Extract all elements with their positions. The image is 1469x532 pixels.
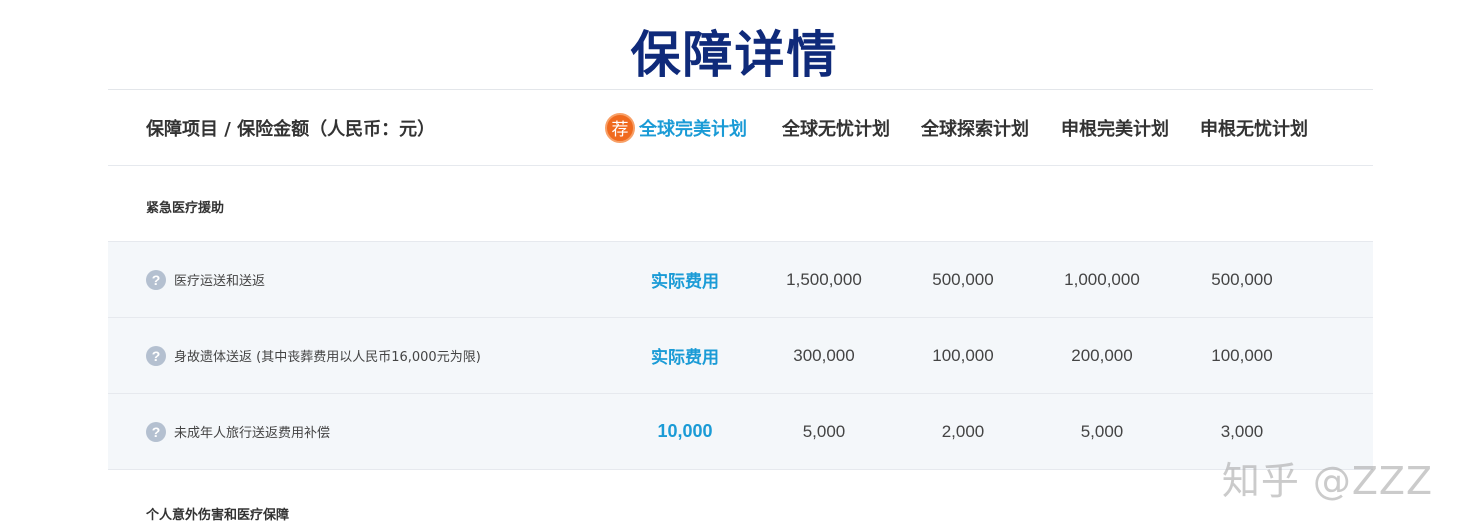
item-label-cell: ? 身故遗体送返 (其中丧葬费用以人民币16,000元为限)	[146, 318, 481, 393]
plan-header-label: 全球完美计划	[639, 118, 747, 140]
plan-header-global-perfect[interactable]: 荐 全球完美计划	[586, 90, 766, 165]
section-row-accident-medical: 个人意外伤害和医疗保障	[108, 470, 1373, 532]
table-row: ? 医疗运送和送返 实际费用 1,500,000 500,000 1,000,0…	[108, 242, 1373, 318]
section-title: 紧急医疗援助	[146, 201, 225, 216]
item-label: 未成年人旅行送返费用补偿	[174, 426, 331, 441]
item-label: 医疗运送和送返	[174, 274, 266, 289]
section-label-cell: 个人意外伤害和医疗保障	[146, 470, 289, 532]
plan-header-label: 申根完美计划	[1061, 118, 1169, 140]
plan-header-global-worryfree[interactable]: 全球无忧计划	[756, 90, 916, 165]
value-cell: 1,000,000	[1064, 269, 1140, 289]
header-label: 保障项目 / 保险金额（人民币：元）	[146, 118, 436, 140]
recommended-badge-icon: 荐	[605, 112, 635, 143]
page-title: 保障详情	[630, 26, 839, 84]
value-cell: 5,000	[1080, 421, 1124, 441]
header-label-cell: 保障项目 / 保险金额（人民币：元）	[146, 90, 435, 165]
item-label-cell: ? 医疗运送和送返	[146, 242, 265, 317]
plan-header-schengen-perfect[interactable]: 申根完美计划	[1035, 90, 1195, 165]
value-cell: 5,000	[802, 421, 846, 441]
section-title: 个人意外伤害和医疗保障	[146, 508, 290, 523]
plan-header-label: 全球探索计划	[921, 118, 1029, 140]
value-cell: 实际费用	[651, 348, 719, 368]
value-cell: 1,500,000	[786, 269, 862, 289]
value-cell: 实际费用	[651, 272, 719, 292]
table-row: ? 未成年人旅行送返费用补偿 10,000 5,000 2,000 5,000 …	[108, 394, 1373, 470]
value-cell: 10,000	[657, 421, 713, 441]
plan-header-global-explore[interactable]: 全球探索计划	[895, 90, 1055, 165]
value-cell: 200,000	[1071, 345, 1133, 365]
section-row-emergency-medical: 紧急医疗援助	[108, 166, 1373, 242]
coverage-table: 保障项目 / 保险金额（人民币：元） 荐 全球完美计划 全球无忧计划 全球探索计…	[108, 89, 1373, 532]
table-header-row: 保障项目 / 保险金额（人民币：元） 荐 全球完美计划 全球无忧计划 全球探索计…	[108, 90, 1373, 166]
help-icon[interactable]: ?	[146, 345, 166, 366]
value-cell: 500,000	[1211, 269, 1273, 289]
help-icon[interactable]: ?	[146, 421, 166, 442]
help-icon[interactable]: ?	[146, 269, 166, 290]
value-cell: 100,000	[1211, 345, 1273, 365]
watermark: 知乎 @ZZZ	[1221, 459, 1433, 503]
plan-header-label: 申根无忧计划	[1200, 118, 1308, 140]
section-label-cell: 紧急医疗援助	[146, 166, 224, 241]
value-cell: 100,000	[932, 345, 994, 365]
item-label-cell: ? 未成年人旅行送返费用补偿	[146, 394, 330, 469]
item-label: 身故遗体送返 (其中丧葬费用以人民币16,000元为限)	[174, 350, 481, 365]
value-cell: 500,000	[932, 269, 994, 289]
table-row: ? 身故遗体送返 (其中丧葬费用以人民币16,000元为限) 实际费用 300,…	[108, 318, 1373, 394]
value-cell: 2,000	[941, 421, 985, 441]
plan-header-label: 全球无忧计划	[782, 118, 890, 140]
plan-header-schengen-worryfree[interactable]: 申根无忧计划	[1174, 90, 1334, 165]
value-cell: 300,000	[793, 345, 855, 365]
